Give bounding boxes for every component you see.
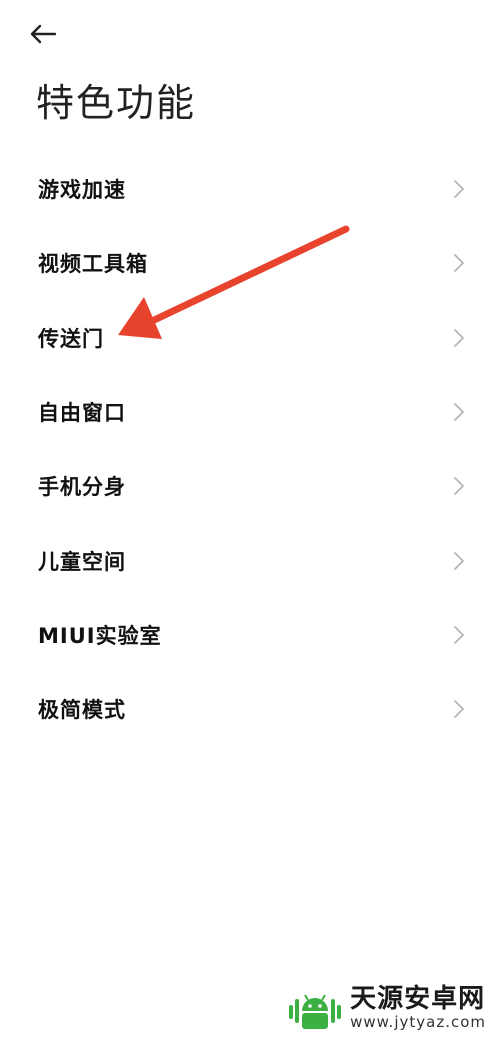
menu-item-minimal-mode[interactable]: 极简模式 — [0, 672, 500, 746]
chevron-right-icon — [454, 180, 464, 199]
menu-item-second-space[interactable]: 手机分身 — [0, 449, 500, 523]
menu-item-label: 自由窗口 — [38, 401, 126, 426]
menu-item-label: 极简模式 — [38, 698, 126, 723]
arrow-left-icon — [30, 24, 57, 44]
watermark: 天源安卓网 www.jytyaz.com — [288, 985, 486, 1031]
feature-menu: 游戏加速 视频工具箱 传送门 自由窗口 手机分身 儿童空间 MIUI实验室 极简… — [0, 152, 500, 746]
menu-item-miui-lab[interactable]: MIUI实验室 — [0, 598, 500, 672]
chevron-right-icon — [454, 403, 464, 421]
chevron-right-icon — [454, 551, 464, 570]
menu-item-kids-space[interactable]: 儿童空间 — [0, 523, 500, 597]
chevron-right-icon — [454, 328, 464, 347]
menu-item-game-boost[interactable]: 游戏加速 — [0, 152, 500, 226]
menu-item-video-toolbox[interactable]: 视频工具箱 — [0, 226, 500, 300]
watermark-url: www.jytyaz.com — [350, 1013, 486, 1032]
menu-item-label: 游戏加速 — [38, 178, 126, 203]
menu-item-label: MIUI实验室 — [38, 623, 162, 648]
menu-item-label: 传送门 — [38, 326, 104, 351]
watermark-title: 天源安卓网 — [350, 984, 486, 1015]
chevron-right-icon — [454, 477, 464, 496]
menu-item-portal[interactable]: 传送门 — [0, 301, 500, 375]
chevron-right-icon — [454, 254, 464, 273]
android-logo-icon — [289, 994, 342, 1029]
menu-item-free-window[interactable]: 自由窗口 — [0, 375, 500, 449]
back-button[interactable] — [28, 16, 72, 52]
menu-item-label: 儿童空间 — [38, 549, 126, 574]
menu-item-label: 手机分身 — [38, 475, 126, 500]
chevron-right-icon — [454, 700, 464, 719]
page-title: 特色功能 — [36, 81, 197, 125]
chevron-right-icon — [454, 626, 464, 644]
menu-item-label: 视频工具箱 — [38, 252, 148, 277]
